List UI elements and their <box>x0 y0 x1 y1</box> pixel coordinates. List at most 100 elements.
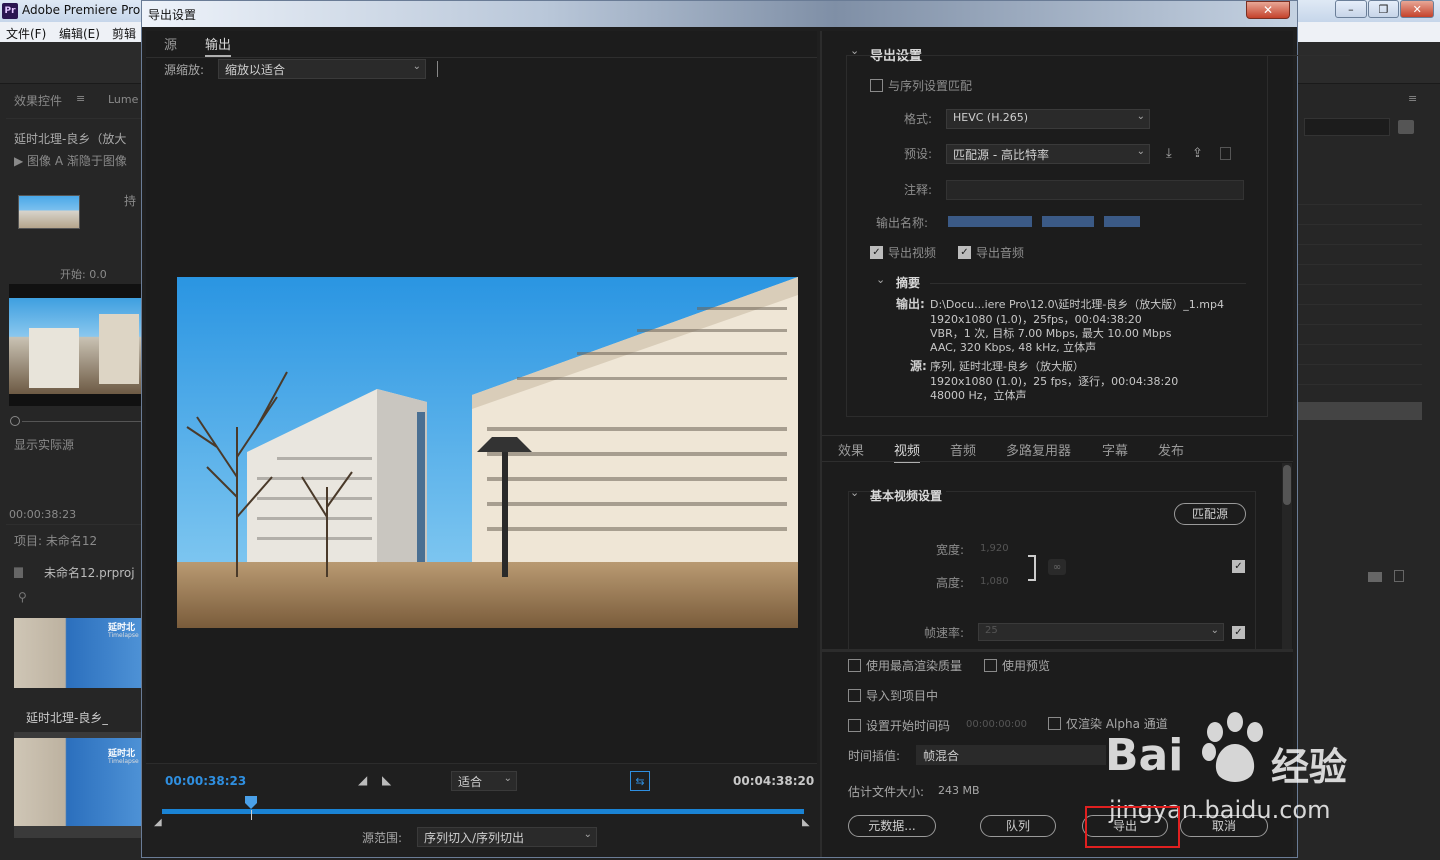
height-value[interactable]: 1,080 <box>980 576 1009 587</box>
show-actual-source[interactable]: 显示实际源 <box>14 436 74 453</box>
source-range-dropdown[interactable]: 序列切入/序列切出 ⌄ <box>417 827 597 847</box>
folder-icon: ▆ <box>14 564 24 578</box>
match-sequence-checkbox[interactable] <box>870 79 883 92</box>
output-name-link[interactable] <box>1042 216 1094 227</box>
effect-row[interactable]: ▶ 图像 A 渐隐于图像 <box>14 152 142 169</box>
project-file[interactable]: 未命名12.prproj <box>44 564 135 581</box>
basic-video-heading: 基本视频设置 <box>870 487 947 504</box>
slider-track[interactable] <box>22 421 142 422</box>
aspect-correction-icon[interactable]: ⇆ <box>630 771 650 791</box>
premiere-logo-icon: Pr <box>2 3 18 19</box>
output-name-link[interactable] <box>948 216 1032 227</box>
summary-source-line: 序列, 延时北理-良乡（放大版） <box>930 360 1084 373</box>
tab-output[interactable]: 输出 <box>205 34 232 57</box>
menu-edit[interactable]: 编辑(E) <box>59 25 100 42</box>
panel-menu-icon[interactable]: ≡ <box>1408 92 1417 105</box>
selected-row[interactable] <box>1298 402 1422 420</box>
dialog-close-icon[interactable]: ✕ <box>1246 1 1290 19</box>
max-quality-checkbox[interactable] <box>848 659 861 672</box>
alpha-only-checkbox[interactable] <box>1048 717 1061 730</box>
width-value[interactable]: 1,920 <box>980 543 1009 554</box>
range-end-handle-icon[interactable]: ◣ <box>802 817 810 828</box>
tab-lumetri[interactable]: Lume <box>108 93 138 106</box>
time-interpolation-dropdown[interactable]: 帧混合 <box>916 745 1106 765</box>
export-audio-checkbox[interactable]: ✓ <box>958 246 971 259</box>
source-range-value: 序列切入/序列切出 <box>424 831 525 845</box>
format-value: HEVC (H.265) <box>953 111 1029 124</box>
tab-source[interactable]: 源 <box>164 34 177 53</box>
preset-dropdown[interactable]: 匹配源 - 高比特率 ⌄ <box>946 144 1150 164</box>
tab-video[interactable]: 视频 <box>894 440 921 463</box>
link-chain-icon[interactable]: ∞ <box>1048 559 1066 575</box>
framerate-dropdown[interactable]: 25 ⌄ <box>978 623 1224 641</box>
baidu-paw-icon <box>1202 712 1263 782</box>
set-out-point-icon[interactable]: ◣ <box>382 773 391 787</box>
timeline-bar[interactable] <box>162 809 804 814</box>
expand-triangle-icon[interactable]: ▶ <box>14 154 27 168</box>
start-timecode-checkbox[interactable] <box>848 719 861 732</box>
highlight-box <box>1085 806 1180 848</box>
project-clip-label: 延时北理-良乡_ <box>26 711 109 725</box>
output-name-label: 输出名称: <box>876 216 929 230</box>
project-clip-row[interactable]: 延时北 Timelapse <box>14 732 142 838</box>
playhead-icon <box>244 796 257 809</box>
project-label[interactable]: 项目: 未命名12 <box>14 532 97 549</box>
toolbar-divider <box>437 61 438 77</box>
tab-effect-controls[interactable]: 效果控件 <box>14 92 62 109</box>
fit-dropdown[interactable]: 适合 ⌄ <box>451 771 517 791</box>
chevron-down-icon: ⌄ <box>583 829 592 840</box>
start-label: 开始: 0.0 <box>60 268 107 281</box>
slider-knob[interactable] <box>10 416 20 426</box>
output-name-link[interactable] <box>1104 216 1140 227</box>
watermark-brand: Bai <box>1105 730 1184 781</box>
playhead[interactable] <box>244 796 257 810</box>
framerate-override-checkbox[interactable]: ✓ <box>1232 626 1245 639</box>
width-height-override-checkbox[interactable]: ✓ <box>1232 560 1245 573</box>
menu-file[interactable]: 文件(F) <box>6 25 46 42</box>
queue-button[interactable]: 队列 <box>980 815 1056 837</box>
new-bin-icon[interactable] <box>1398 120 1414 134</box>
dialog-titlebar <box>142 1 1297 27</box>
comment-input[interactable] <box>946 180 1244 200</box>
search-icon[interactable]: ⚲ <box>18 590 27 604</box>
import-preset-icon[interactable]: ⇪ <box>1192 146 1203 161</box>
close-app-icon[interactable]: ✕ <box>1400 0 1434 18</box>
panel-menu-icon[interactable]: ≡ <box>76 92 85 105</box>
summary-output-label: 输出: <box>896 297 925 311</box>
panel-search-field[interactable] <box>1304 118 1390 136</box>
minimize-icon[interactable]: – <box>1335 0 1367 18</box>
delete-preset-icon[interactable] <box>1220 147 1231 160</box>
tab-audio[interactable]: 音频 <box>950 440 976 459</box>
current-time[interactable]: 00:00:38:23 <box>165 774 246 788</box>
thumb-subtext: Timelapse <box>108 758 139 765</box>
chevron-down-icon: ⌄ <box>503 773 512 784</box>
trash-icon[interactable] <box>1394 570 1404 582</box>
set-in-point-icon[interactable]: ◢ <box>358 773 367 787</box>
range-start-handle-icon[interactable]: ◢ <box>154 817 162 828</box>
format-dropdown[interactable]: HEVC (H.265) ⌄ <box>946 109 1150 129</box>
time-interpolation-value: 帧混合 <box>923 749 960 763</box>
scrollbar-thumb[interactable] <box>1283 465 1291 505</box>
project-clip-thumbnail[interactable]: 延时北 Timelapse <box>14 618 142 688</box>
preview-pane: 源 输出 源缩放: 缩放以适合 ⌄ 00:00:38:23 ◢ ◣ 适合 ⌄ ⇆… <box>146 31 817 857</box>
export-video-checkbox[interactable]: ✓ <box>870 246 883 259</box>
metadata-button[interactable]: 元数据... <box>848 815 936 837</box>
collapse-chevron-icon[interactable]: ⌄ <box>850 486 859 499</box>
match-source-button[interactable]: 匹配源 <box>1174 503 1246 525</box>
folder-icon[interactable] <box>1368 572 1382 582</box>
source-scale-dropdown[interactable]: 缩放以适合 ⌄ <box>218 59 426 79</box>
maximize-icon[interactable]: ❐ <box>1367 0 1400 18</box>
summary-source-label: 源: <box>910 359 927 373</box>
tab-effects[interactable]: 效果 <box>838 440 864 459</box>
export-video-label: 导出视频 <box>888 246 937 260</box>
collapse-chevron-icon[interactable]: ⌄ <box>876 273 885 286</box>
end-time: 00:04:38:20 <box>733 774 815 788</box>
tab-publish[interactable]: 发布 <box>1158 440 1184 459</box>
start-timecode-value[interactable]: 00:00:00:00 <box>966 719 1027 730</box>
tab-captions[interactable]: 字幕 <box>1102 440 1128 459</box>
tab-multiplexer[interactable]: 多路复用器 <box>1006 440 1071 459</box>
save-preset-icon[interactable]: ⤓ <box>1166 146 1172 161</box>
menu-clip[interactable]: 剪辑 <box>112 25 136 42</box>
import-project-checkbox[interactable] <box>848 689 861 702</box>
use-previews-checkbox[interactable] <box>984 659 997 672</box>
